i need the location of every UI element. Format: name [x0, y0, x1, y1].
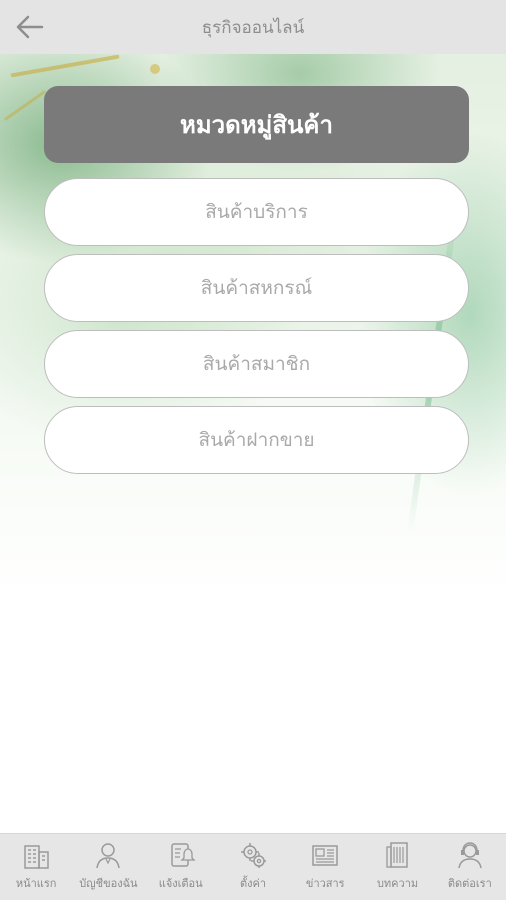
tab-news[interactable]: ข่าวสาร — [294, 834, 357, 900]
tab-notifications[interactable]: แจ้งเตือน — [149, 834, 212, 900]
tab-articles[interactable]: บทความ — [366, 834, 429, 900]
tab-home[interactable]: หน้าแรก — [5, 834, 68, 900]
page-title: ธุรกิจออนไลน์ — [201, 17, 305, 38]
tab-label: ข่าวสาร — [305, 877, 345, 890]
back-arrow-icon — [16, 15, 44, 39]
tab-label: ติดต่อเรา — [447, 877, 492, 890]
tab-contact[interactable]: ติดต่อเรา — [438, 834, 501, 900]
tab-label: แจ้งเตือน — [158, 877, 203, 890]
category-button-services[interactable]: สินค้าบริการ — [44, 178, 469, 246]
category-title: หมวดหมู่สินค้า — [44, 86, 469, 163]
newspaper-icon — [312, 845, 339, 866]
category-button-cooperative[interactable]: สินค้าสหกรณ์ — [44, 254, 469, 322]
back-button[interactable] — [14, 12, 46, 42]
decoration — [10, 54, 120, 78]
tab-label: บัญชีของฉัน — [79, 877, 138, 890]
notification-icon — [170, 843, 196, 867]
tab-label: ตั้งค่า — [239, 877, 267, 890]
tab-label: บทความ — [376, 877, 419, 890]
contact-icon — [458, 842, 482, 869]
user-icon — [96, 843, 121, 869]
decoration — [150, 64, 160, 74]
tab-settings[interactable]: ตั้งค่า — [221, 834, 284, 900]
article-icon — [385, 842, 408, 868]
category-button-consignment[interactable]: สินค้าฝากขาย — [44, 406, 469, 474]
decoration — [3, 89, 47, 122]
gear-icon — [240, 843, 266, 868]
building-icon — [24, 845, 49, 869]
tab-my-account[interactable]: บัญชีของฉัน — [77, 834, 140, 900]
app-header: ธุรกิจออนไลน์ — [0, 0, 506, 54]
category-button-members[interactable]: สินค้าสมาชิก — [44, 330, 469, 398]
tab-label: หน้าแรก — [15, 877, 57, 890]
bottom-tab-bar: หน้าแรก บัญชีของฉัน แจ้งเตือน ตั้งค่า ข่… — [0, 833, 506, 900]
